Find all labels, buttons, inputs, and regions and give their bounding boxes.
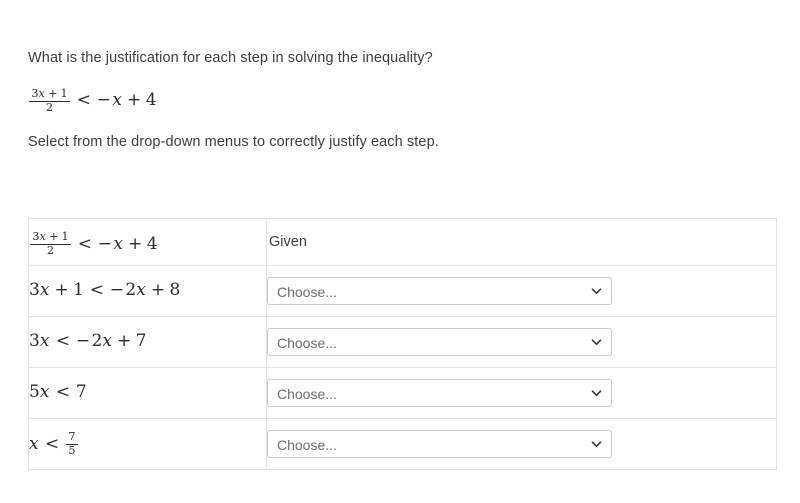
justification-cell: Choose... [266, 367, 777, 419]
operator-plus: + [150, 280, 166, 300]
select-placeholder: Choose... [277, 386, 337, 402]
numeral-three: 3 [29, 331, 40, 351]
question-page: What is the justification for each step … [0, 0, 800, 503]
fraction-denominator: 2 [46, 244, 55, 258]
operator-plus: + [116, 331, 132, 351]
operator-minus: − [97, 233, 113, 254]
variable-x: x [39, 331, 50, 351]
fraction: 3x +1 2 [30, 230, 71, 258]
justification-cell: Choose... [266, 418, 777, 470]
given-label: Given [269, 234, 307, 250]
operator-plus: + [54, 280, 69, 300]
step-expression-2: 3x + 1 < −2 x + 8 [29, 282, 180, 299]
step-expression-5: x < 7 5 [29, 431, 79, 457]
fraction-denominator: 5 [68, 444, 76, 458]
fraction-denominator: 2 [45, 101, 54, 115]
fraction-numerator: 7 [66, 431, 78, 445]
relation-less-than: < [76, 90, 91, 111]
variable-x: x [39, 280, 50, 300]
select-placeholder: Choose... [277, 284, 337, 300]
steps-table: 3x +1 2 < − x + 4 Given 3 x + 1 < − 2 x … [28, 218, 777, 470]
step-expression-1: 3x +1 2 < − x + 4 [29, 231, 158, 257]
relation-less-than: < [45, 433, 60, 454]
steps-table-container: 3x +1 2 < − x + 4 Given 3 x + 1 < − 2 x … [28, 218, 777, 470]
numeral-four: 4 [145, 90, 157, 111]
variable-x: x [38, 87, 45, 101]
step-cell: 5x < 7 [28, 367, 267, 419]
variable-x: x [39, 230, 46, 244]
variable-x: x [136, 280, 146, 300]
question-text: What is the justification for each step … [28, 50, 433, 66]
step-cell: 3x + 1 < −2 x + 8 [28, 265, 267, 317]
step-cell: 3x < −2 x + 7 [28, 316, 267, 368]
table-row: 3x + 1 < −2 x + 8 Choose... [28, 265, 777, 317]
operator-minus: − [75, 331, 91, 351]
variable-x: x [112, 90, 122, 111]
numeral-two: 2 [91, 331, 103, 351]
relation-less-than: < [55, 382, 71, 402]
numeral-one: 1 [61, 230, 69, 244]
step-cell: x < 7 5 [28, 418, 267, 470]
fraction: 7 5 [66, 431, 78, 458]
table-row: 5x < 7 Choose... [28, 367, 777, 419]
numeral-two: 2 [125, 280, 137, 300]
numeral-one: 1 [73, 280, 84, 300]
variable-x: x [39, 382, 50, 402]
justification-select-2[interactable]: Choose... [267, 277, 612, 305]
justification-select-4[interactable]: Choose... [267, 379, 612, 407]
operator-plus: + [127, 90, 142, 111]
relation-less-than: < [89, 280, 104, 300]
justification-cell: Choose... [266, 265, 777, 317]
operator-plus: + [49, 230, 59, 244]
fraction: 3x +1 2 [29, 87, 70, 115]
chevron-down-icon [591, 439, 602, 450]
step-expression-4: 5x < 7 [29, 384, 87, 401]
numeral-seven: 7 [135, 331, 147, 351]
operator-minus: − [109, 280, 125, 300]
fraction-numerator: 3x +1 [29, 87, 70, 102]
numeral-eight: 8 [169, 280, 181, 300]
chevron-down-icon [591, 388, 602, 399]
numeral-four: 4 [146, 233, 158, 254]
prompt-block: What is the justification for each step … [28, 48, 758, 152]
numeral-three: 3 [29, 280, 40, 300]
select-placeholder: Choose... [277, 335, 337, 351]
chevron-down-icon [591, 337, 602, 348]
operator-minus: − [96, 90, 112, 111]
relation-less-than: < [55, 331, 71, 351]
inequality-expression: 3x +1 2 < − x + 4 [28, 88, 157, 114]
problem-inequality: 3x +1 2 < − x + 4 [28, 84, 758, 114]
chevron-down-icon [591, 286, 602, 297]
table-row: 3x +1 2 < − x + 4 Given [28, 218, 777, 266]
numeral-one: 1 [60, 87, 68, 101]
numeral-three: 3 [32, 230, 40, 244]
step-expression-3: 3x < −2 x + 7 [29, 333, 146, 350]
variable-x: x [29, 433, 39, 454]
justification-cell: Choose... [266, 316, 777, 368]
operator-plus: + [128, 233, 143, 254]
step-cell: 3x +1 2 < − x + 4 [28, 218, 267, 266]
variable-x: x [102, 331, 112, 351]
table-row: 3x < −2 x + 7 Choose... [28, 316, 777, 368]
operator-plus: + [48, 87, 58, 101]
justification-select-3[interactable]: Choose... [267, 328, 612, 356]
fraction-numerator: 3x +1 [30, 230, 71, 245]
variable-x: x [113, 233, 123, 254]
table-row: x < 7 5 Choose... [28, 418, 777, 470]
relation-less-than: < [77, 233, 92, 254]
numeral-three: 3 [31, 87, 39, 101]
numeral-five: 5 [29, 382, 40, 402]
select-placeholder: Choose... [277, 437, 337, 453]
numeral-seven: 7 [75, 382, 87, 402]
justification-select-5[interactable]: Choose... [267, 430, 612, 458]
instruction-text: Select from the drop-down menus to corre… [28, 133, 439, 150]
justification-cell: Given [266, 218, 777, 266]
